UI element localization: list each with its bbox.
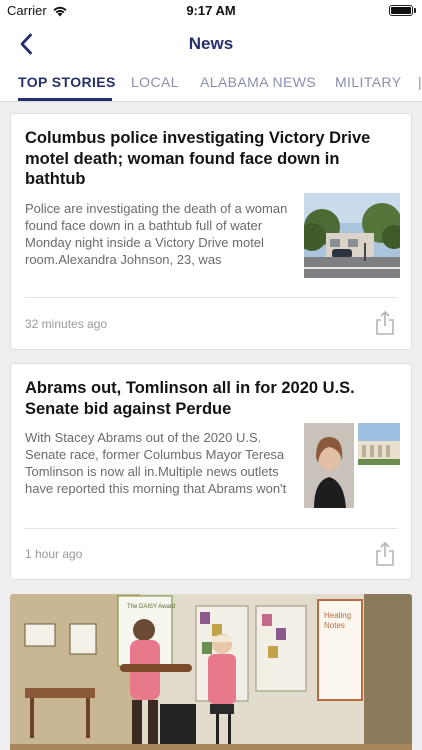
- status-bar: Carrier 9:17 AM: [0, 0, 422, 22]
- article-title[interactable]: Abrams out, Tomlinson all in for 2020 U.…: [25, 378, 399, 419]
- article-summary: With Stacey Abrams out of the 2020 U.S. …: [25, 430, 287, 496]
- candidate-portrait-image: [304, 423, 400, 508]
- article-summary: Police are investigating the death of a …: [25, 201, 288, 267]
- share-icon: [376, 541, 394, 566]
- article-card[interactable]: Columbus police investigating Victory Dr…: [10, 113, 412, 350]
- tab-overflow-indicator: |: [418, 74, 422, 90]
- card-divider: [25, 528, 397, 529]
- article-thumbnail[interactable]: [304, 193, 400, 278]
- article-timestamp: 1 hour ago: [25, 547, 83, 561]
- tab-alabama-news[interactable]: ALABAMA NEWS: [200, 74, 316, 90]
- street-scene-image: [304, 193, 400, 278]
- battery-icon: [389, 5, 413, 16]
- section-tabs: TOP STORIES LOCAL ALABAMA NEWS MILITARY …: [0, 66, 422, 102]
- musicians-photo: The DAISY Award Healing Notes: [10, 594, 412, 750]
- battery-tip: [414, 8, 416, 13]
- share-button[interactable]: [373, 541, 397, 567]
- poster-healing: Healing: [324, 611, 351, 620]
- share-icon: [376, 310, 394, 335]
- page-title: News: [188, 34, 234, 53]
- tab-local[interactable]: LOCAL: [131, 74, 179, 90]
- article-thumbnail[interactable]: [304, 423, 400, 508]
- poster-daisy-award: The DAISY Award: [127, 604, 175, 610]
- featured-photo-card[interactable]: The DAISY Award Healing Notes: [10, 594, 412, 750]
- status-time: 9:17 AM: [186, 3, 236, 18]
- nav-bar: News: [0, 22, 422, 66]
- active-tab-indicator: [18, 98, 112, 101]
- tab-military[interactable]: MILITARY: [335, 74, 401, 90]
- article-card[interactable]: Abrams out, Tomlinson all in for 2020 U.…: [10, 363, 412, 580]
- article-title[interactable]: Columbus police investigating Victory Dr…: [25, 128, 399, 190]
- poster-notes: Notes: [324, 621, 345, 630]
- share-button[interactable]: [373, 310, 397, 336]
- card-divider: [25, 297, 397, 298]
- article-timestamp: 32 minutes ago: [25, 317, 108, 331]
- tab-top-stories[interactable]: TOP STORIES: [18, 74, 116, 90]
